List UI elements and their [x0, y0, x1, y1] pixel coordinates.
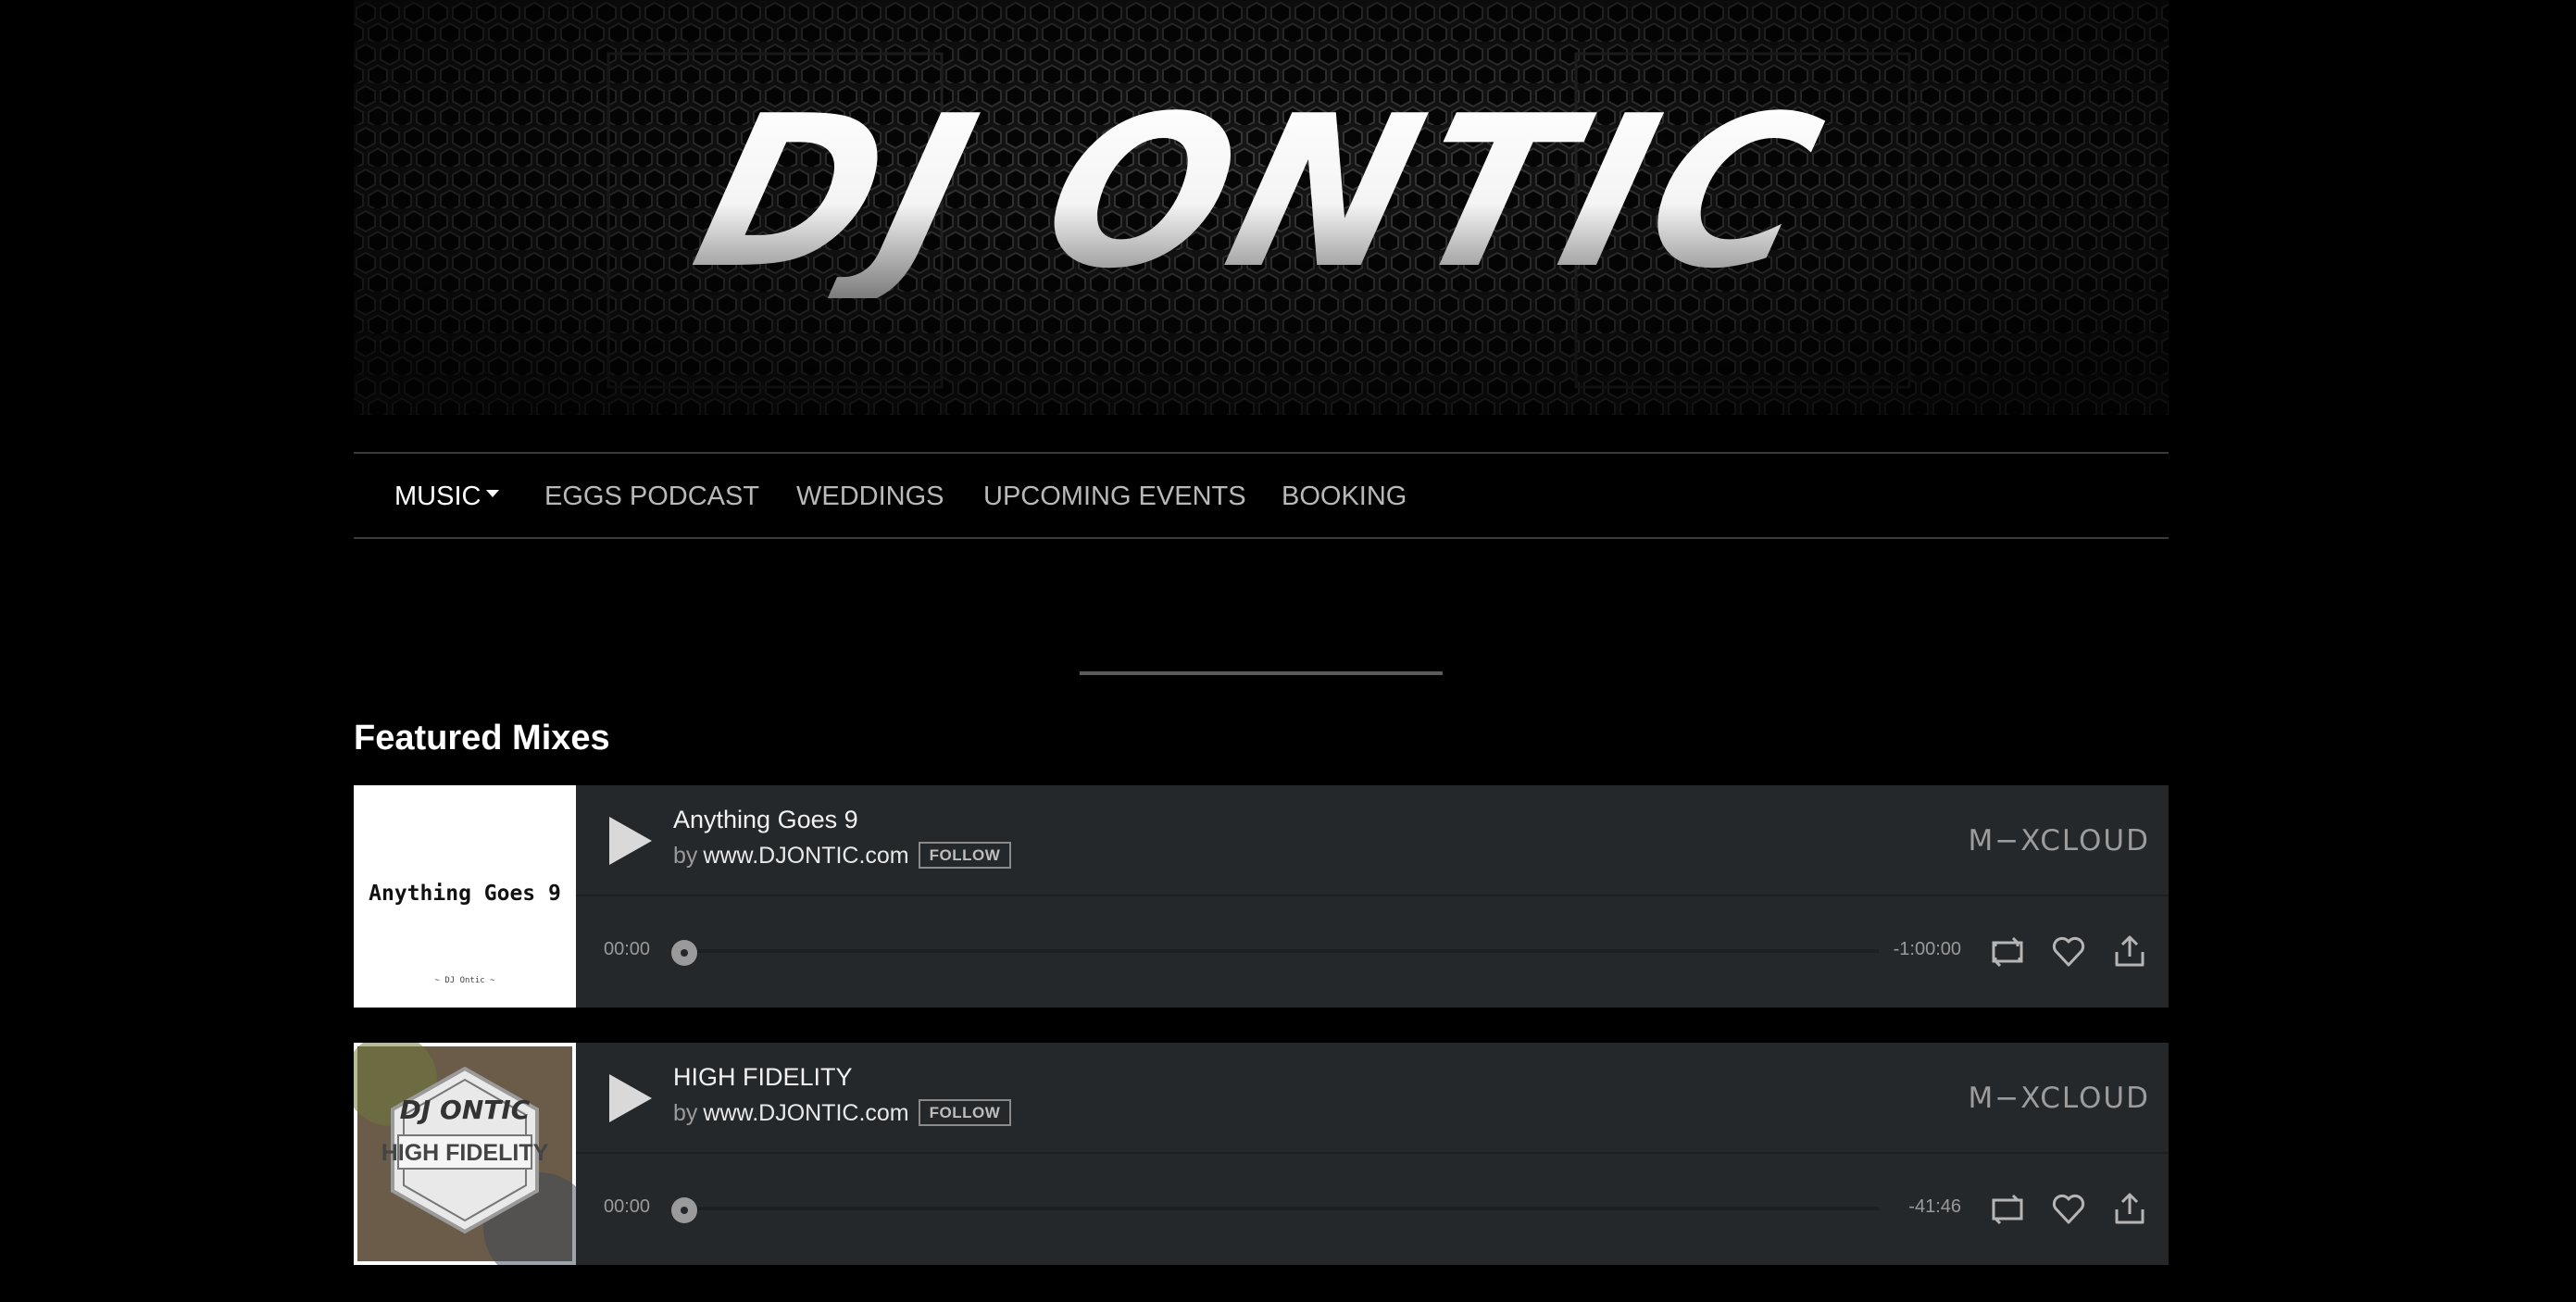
mix-byline: by www.DJONTIC.com FOLLOW [673, 841, 1012, 870]
page-container: DJ ONTIC MUSIC EGGS PODCAST WEDDINGS UPC… [354, 0, 2169, 1302]
main-nav: MUSIC EGGS PODCAST WEDDINGS UPCOMING EVE… [354, 452, 2169, 539]
cover-title: Anything Goes 9 [369, 882, 561, 906]
nav-item-label: MUSIC [394, 482, 481, 511]
time-remaining: -41:46 [1908, 1196, 1961, 1217]
author-link[interactable]: www.DJONTIC.com [703, 1100, 908, 1126]
cover-badge-image: DJ ONTIC HIGH FIDELITY [354, 1043, 576, 1265]
share-icon[interactable] [2111, 1191, 2148, 1228]
row-divider [576, 1152, 2169, 1154]
play-icon[interactable] [604, 813, 656, 869]
time-current: 00:00 [604, 1196, 651, 1217]
share-icon[interactable] [2111, 933, 2148, 970]
mix-byline: by www.DJONTIC.com FOLLOW [673, 1098, 1012, 1128]
section-divider [1080, 671, 1443, 675]
badge-main-text: HIGH FIDELITY [381, 1140, 549, 1166]
mix-title[interactable]: Anything Goes 9 [673, 806, 858, 834]
nav-item-weddings[interactable]: WEDDINGS [796, 482, 944, 512]
header-banner: DJ ONTIC [354, 0, 2169, 415]
progress-knob[interactable] [671, 940, 697, 966]
mixcloud-player: DJ ONTIC HIGH FIDELITY HIGH FIDELITY by w… [354, 1043, 2169, 1265]
progress-track[interactable] [673, 949, 1879, 953]
follow-button[interactable]: FOLLOW [918, 841, 1012, 869]
by-prefix: by [673, 843, 698, 869]
time-current: 00:00 [604, 939, 651, 959]
mix-cover-art[interactable]: Anything Goes 9 ~ DJ Ontic ~ [354, 785, 576, 1008]
mixcloud-logo[interactable]: M−XCLOUD [1969, 824, 2150, 858]
heart-icon[interactable] [2050, 1191, 2087, 1228]
progress-track[interactable] [673, 1207, 1879, 1210]
logo-text: DJ ONTIC [354, 71, 2169, 315]
time-remaining: -1:00:00 [1893, 939, 1961, 959]
nav-item-music[interactable]: MUSIC [394, 482, 500, 512]
badge-top-text: DJ ONTIC [400, 1095, 531, 1125]
section-title: Featured Mixes [354, 719, 610, 757]
nav-item-upcoming-events[interactable]: UPCOMING EVENTS [983, 482, 1246, 512]
site-logo[interactable]: DJ ONTIC [354, 0, 2169, 415]
repost-icon[interactable] [1989, 1191, 2026, 1228]
caret-down-icon [486, 490, 500, 498]
repost-icon[interactable] [1989, 933, 2026, 970]
progress-knob[interactable] [671, 1197, 697, 1223]
author-link[interactable]: www.DJONTIC.com [703, 843, 908, 869]
mix-title[interactable]: HIGH FIDELITY [673, 1063, 853, 1092]
mix-cover-art[interactable]: DJ ONTIC HIGH FIDELITY [354, 1043, 576, 1265]
row-divider [576, 895, 2169, 896]
nav-item-eggs-podcast[interactable]: EGGS PODCAST [544, 482, 759, 512]
mixcloud-player: Anything Goes 9 ~ DJ Ontic ~ Anything Go… [354, 785, 2169, 1008]
follow-button[interactable]: FOLLOW [918, 1098, 1012, 1126]
by-prefix: by [673, 1100, 698, 1126]
cover-subtitle: ~ DJ Ontic ~ [434, 976, 495, 985]
nav-item-booking[interactable]: BOOKING [1282, 482, 1407, 512]
mixcloud-logo[interactable]: M−XCLOUD [1969, 1082, 2150, 1115]
heart-icon[interactable] [2050, 933, 2087, 970]
play-icon[interactable] [604, 1070, 656, 1126]
